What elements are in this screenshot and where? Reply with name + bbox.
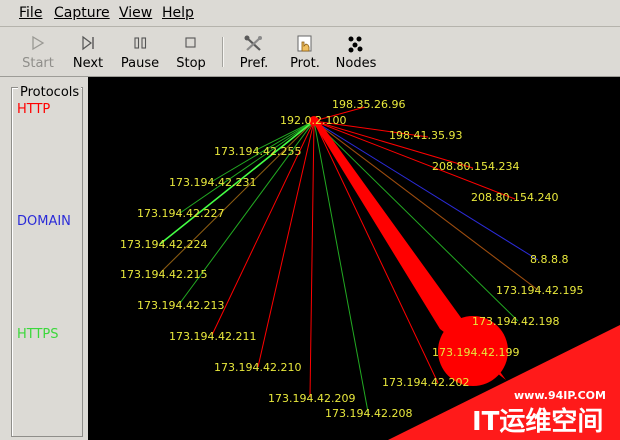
node-label: 173.194.42.255 xyxy=(214,145,301,158)
protocol-domain[interactable]: DOMAIN xyxy=(17,214,71,229)
node-label: 173.194.42.210 xyxy=(214,361,301,374)
network-graph: 192.0.2.100 198.35.26.96 198.41.35.93 20… xyxy=(120,98,620,440)
stop-label: Stop xyxy=(176,56,206,71)
node-label: 208.80.154.240 xyxy=(471,191,558,204)
edge-http xyxy=(313,120,539,291)
hand-pointer-icon xyxy=(297,35,312,52)
menu-bar: File Capture View Help xyxy=(0,0,620,27)
pause-label: Pause xyxy=(120,56,160,71)
preferences-button[interactable]: Pref. xyxy=(228,29,280,75)
next-button[interactable]: Next xyxy=(62,29,114,75)
tools-icon xyxy=(244,35,262,51)
watermark-url: www.94IP.COM xyxy=(514,389,606,402)
watermark-brand: IT运维空间 xyxy=(472,406,603,437)
nodes-icon xyxy=(348,36,363,53)
toolbar-separator xyxy=(222,37,224,67)
pref-label: Pref. xyxy=(239,56,269,71)
node-label: 173.194.42.198 xyxy=(472,315,559,328)
edge-https xyxy=(179,120,315,214)
pause-icon xyxy=(134,37,147,49)
node-label: 198.35.26.96 xyxy=(332,98,405,111)
menu-help[interactable]: Help xyxy=(162,5,194,21)
prot-label: Prot. xyxy=(290,56,320,71)
node-label: 173.194.42.231 xyxy=(169,176,256,189)
nodes-button[interactable]: Nodes xyxy=(330,29,382,75)
node-label: 173.194.42.213 xyxy=(137,299,224,312)
stop-button[interactable]: Stop xyxy=(165,29,217,75)
edge-http xyxy=(309,120,315,398)
node-label: 198.41.35.93 xyxy=(389,129,462,142)
node-label: 173.194.42.202 xyxy=(382,376,469,389)
node-label: 173.194.42.227 xyxy=(137,207,224,220)
protocol-http[interactable]: HTTP xyxy=(17,102,50,117)
start-label: Start xyxy=(22,56,54,71)
network-canvas[interactable]: 192.0.2.100 198.35.26.96 198.41.35.93 20… xyxy=(88,77,620,440)
menu-view[interactable]: View xyxy=(119,5,152,21)
node-label: 173.194.42.211 xyxy=(169,330,256,343)
node-label: 173.194.42.199 xyxy=(432,346,519,359)
menu-file[interactable]: File xyxy=(19,5,42,21)
stop-icon xyxy=(185,37,196,48)
protocols-button[interactable]: Prot. xyxy=(279,29,331,75)
pause-button[interactable]: Pause xyxy=(114,29,166,75)
node-label: 173.194.42.224 xyxy=(120,238,207,251)
protocols-panel: Protocols HTTP DOMAIN HTTPS xyxy=(0,77,88,440)
menu-capture[interactable]: Capture xyxy=(54,5,110,21)
node-label: 173.194.42.195 xyxy=(496,284,583,297)
node-label: 8.8.8.8 xyxy=(530,253,568,266)
protocols-title: Protocols xyxy=(18,85,82,100)
start-button[interactable]: Start xyxy=(12,29,64,75)
node-label: 173.194.42.209 xyxy=(268,392,355,405)
step-forward-icon xyxy=(82,35,94,51)
edge-http xyxy=(313,120,439,384)
node-label: 173.194.42.208 xyxy=(325,407,412,420)
node-label: 208.80.154.234 xyxy=(432,160,519,173)
protocol-https[interactable]: HTTPS xyxy=(17,327,59,342)
nodes-label: Nodes xyxy=(335,56,377,71)
protocols-frame xyxy=(11,87,83,437)
node-labels: 192.0.2.100 198.35.26.96 198.41.35.93 20… xyxy=(120,98,583,420)
play-icon xyxy=(32,35,45,51)
next-label: Next xyxy=(72,56,104,71)
toolbar: Start Next Pause Stop Pref. Prot. Nodes xyxy=(0,27,620,77)
node-label: 173.194.42.215 xyxy=(120,268,207,281)
node-label: 192.0.2.100 xyxy=(280,114,346,127)
